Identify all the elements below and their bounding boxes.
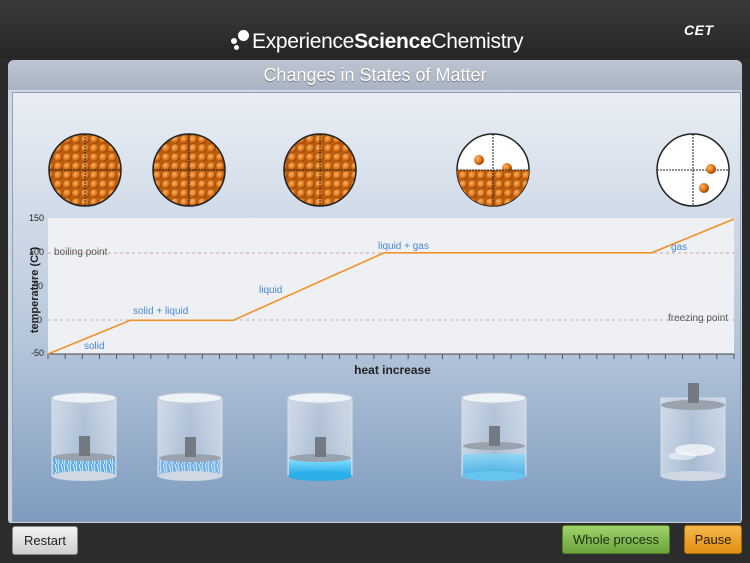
whole-process-button[interactable]: Whole process bbox=[562, 525, 670, 554]
container-gas bbox=[660, 383, 726, 481]
pause-button[interactable]: Pause bbox=[684, 525, 742, 554]
container-solid bbox=[51, 392, 117, 481]
restart-button[interactable]: Restart bbox=[12, 526, 78, 555]
container-solid-liquid bbox=[157, 392, 223, 481]
container-liquid-gas bbox=[461, 392, 527, 481]
containers bbox=[51, 383, 726, 481]
container-liquid bbox=[287, 392, 353, 481]
